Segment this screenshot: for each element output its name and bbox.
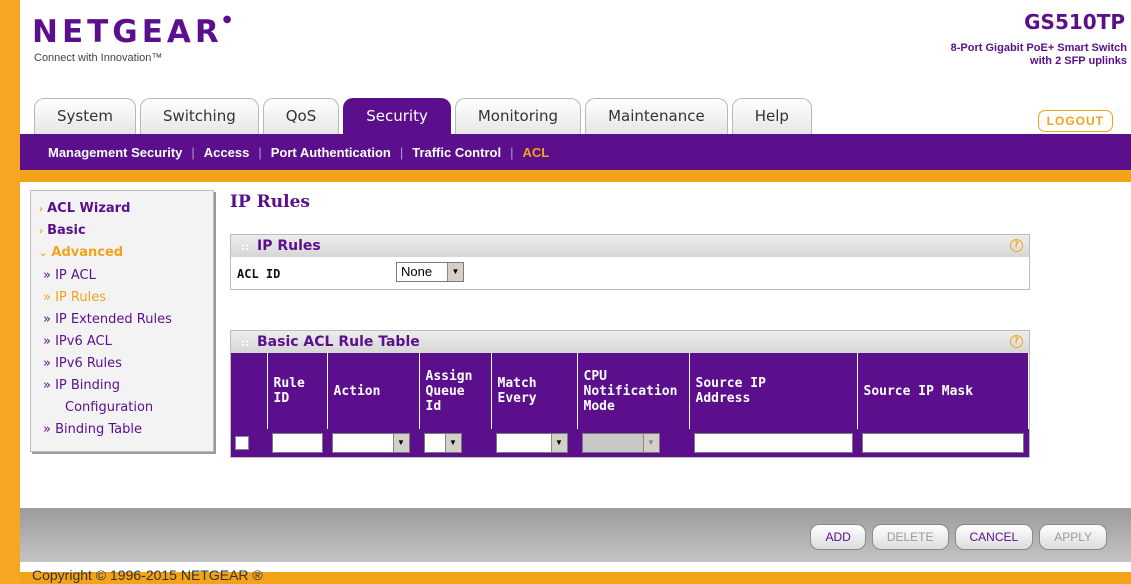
grip-icon: ::: [241, 242, 249, 253]
match-every-select[interactable]: ▼: [495, 433, 568, 453]
subnav-separator: |: [399, 144, 404, 160]
match-every-cell: ▼: [491, 429, 578, 457]
dropdown-arrow-icon: ▼: [642, 434, 659, 452]
select-cell: [231, 429, 268, 457]
sidebar-item-ip-binding[interactable]: » IP Binding: [39, 375, 213, 397]
dropdown-arrow-icon: ▼: [392, 434, 409, 452]
source-ip-address-input[interactable]: [693, 433, 853, 453]
chevron-right-icon: ›: [39, 226, 44, 237]
netgear-logo: NETGEAR●: [32, 14, 232, 50]
subnav-separator: |: [510, 144, 514, 160]
subnav-management-security[interactable]: Management Security: [48, 145, 182, 160]
assign-queue-cell: ▼: [419, 429, 492, 457]
column-header-source-ip-address: Source IP Address: [689, 353, 858, 429]
column-header-cpu-notification-mode: CPU Notification Mode: [577, 353, 690, 429]
tagline: Connect with Innovation™: [34, 52, 163, 64]
dropdown-arrow-icon: ▼: [550, 434, 567, 452]
column-header-assign-queue-id: Assign Queue Id: [419, 353, 492, 429]
sidebar-item-ip-extended-rules[interactable]: » IP Extended Rules: [39, 309, 213, 331]
acl-id-label: ACL ID: [237, 267, 281, 281]
tab-qos[interactable]: QoS: [262, 98, 340, 134]
help-icon[interactable]: ?: [1010, 335, 1023, 348]
tab-security[interactable]: Security: [343, 98, 451, 134]
basic-acl-rule-table-panel: :: Basic ACL Rule Table ? Rule ID Action A…: [230, 330, 1030, 458]
source-ip-mask-input[interactable]: [861, 433, 1024, 453]
tab-system[interactable]: System: [34, 98, 136, 134]
tab-help[interactable]: Help: [731, 98, 812, 134]
rule-table: Rule ID Action Assign Queue Id Match Every C…: [231, 353, 1029, 457]
action-buttons: ADD DELETE CANCEL APPLY: [804, 524, 1107, 550]
panel-header: :: IP Rules ?: [231, 235, 1029, 257]
subnav-separator: |: [258, 144, 262, 160]
delete-button[interactable]: DELETE: [871, 524, 949, 550]
grip-icon: ::: [241, 338, 249, 349]
row-checkbox[interactable]: [235, 435, 249, 450]
column-header-select: [231, 353, 268, 429]
subnav-traffic-control[interactable]: Traffic Control: [412, 145, 501, 160]
sidebar-item-ipv6-rules[interactable]: » IPv6 Rules: [39, 353, 213, 375]
cpu-notification-cell: ▼: [577, 429, 690, 457]
left-menu: › ACL Wizard › Basic ⌄ Advanced » IP ACL » …: [30, 190, 214, 452]
table-header-row: Rule ID Action Assign Queue Id Match Every C…: [231, 353, 1029, 429]
panel-header: :: Basic ACL Rule Table ?: [231, 331, 1029, 353]
apply-button[interactable]: APPLY: [1039, 524, 1107, 550]
sidebar-item-ip-acl[interactable]: » IP ACL: [39, 265, 213, 287]
action-cell: ▼: [327, 429, 420, 457]
action-select[interactable]: ▼: [331, 433, 410, 453]
subnav-acl[interactable]: ACL: [522, 145, 549, 160]
rule-id-cell: [267, 429, 328, 457]
tab-maintenance[interactable]: Maintenance: [585, 98, 728, 134]
tab-switching[interactable]: Switching: [139, 98, 259, 134]
sidebar-item-basic[interactable]: › Basic: [39, 221, 213, 243]
copyright: Copyright © 1996-2015 NETGEAR ®: [32, 567, 263, 583]
acl-id-row: ACL ID None ▼: [231, 257, 1029, 289]
source-mask-cell: [857, 429, 1029, 457]
sidebar-item-ip-binding-configuration[interactable]: Configuration: [39, 397, 213, 419]
subnav-separator: |: [191, 144, 195, 160]
sidebar-item-ipv6-acl[interactable]: » IPv6 ACL: [39, 331, 213, 353]
model-name: GS510TP: [1024, 10, 1125, 34]
assign-queue-select[interactable]: ▼: [423, 433, 462, 453]
dropdown-arrow-icon: ▼: [447, 263, 463, 281]
cancel-button[interactable]: CANCEL: [954, 524, 1034, 550]
subnav-port-authentication[interactable]: Port Authentication: [271, 145, 391, 160]
sidebar-item-binding-table[interactable]: » Binding Table: [39, 419, 213, 441]
ip-rules-panel: :: IP Rules ? ACL ID None ▼: [230, 234, 1030, 290]
main-tabs: System Switching QoS Security Monitoring…: [34, 98, 816, 134]
sub-navigation: Management Security | Access | Port Auth…: [20, 134, 1131, 170]
logout-button[interactable]: LOGOUT: [1037, 110, 1113, 132]
add-button[interactable]: ADD: [810, 524, 866, 550]
sidebar-item-acl-wizard[interactable]: › ACL Wizard: [39, 199, 213, 221]
help-icon[interactable]: ?: [1010, 239, 1023, 252]
table-row: ▼ ▼ ▼ ▼: [231, 429, 1029, 457]
dropdown-arrow-icon: ▼: [444, 434, 461, 452]
column-header-match-every: Match Every: [491, 353, 578, 429]
subnav-access[interactable]: Access: [204, 145, 250, 160]
cpu-notification-select[interactable]: ▼: [581, 433, 660, 453]
model-description: 8-Port Gigabit PoE+ Smart Switch with 2 …: [950, 42, 1127, 67]
chevron-down-icon: ⌄: [39, 248, 48, 259]
sidebar-item-ip-rules[interactable]: » IP Rules: [39, 287, 213, 309]
chevron-right-icon: ›: [39, 204, 44, 215]
header-band: [20, 170, 1131, 182]
column-header-source-ip-mask: Source IP Mask: [857, 353, 1029, 429]
page-title: IP Rules: [230, 192, 310, 212]
rule-id-input[interactable]: [271, 433, 323, 453]
column-header-rule-id: Rule ID: [267, 353, 328, 429]
page: NETGEAR● Connect with Innovation™ GS510T…: [20, 0, 1131, 572]
tab-monitoring[interactable]: Monitoring: [454, 98, 582, 134]
acl-id-select[interactable]: None ▼: [396, 262, 464, 282]
source-ip-cell: [689, 429, 858, 457]
column-header-action: Action: [327, 353, 420, 429]
sidebar-item-advanced[interactable]: ⌄ Advanced: [39, 243, 213, 265]
